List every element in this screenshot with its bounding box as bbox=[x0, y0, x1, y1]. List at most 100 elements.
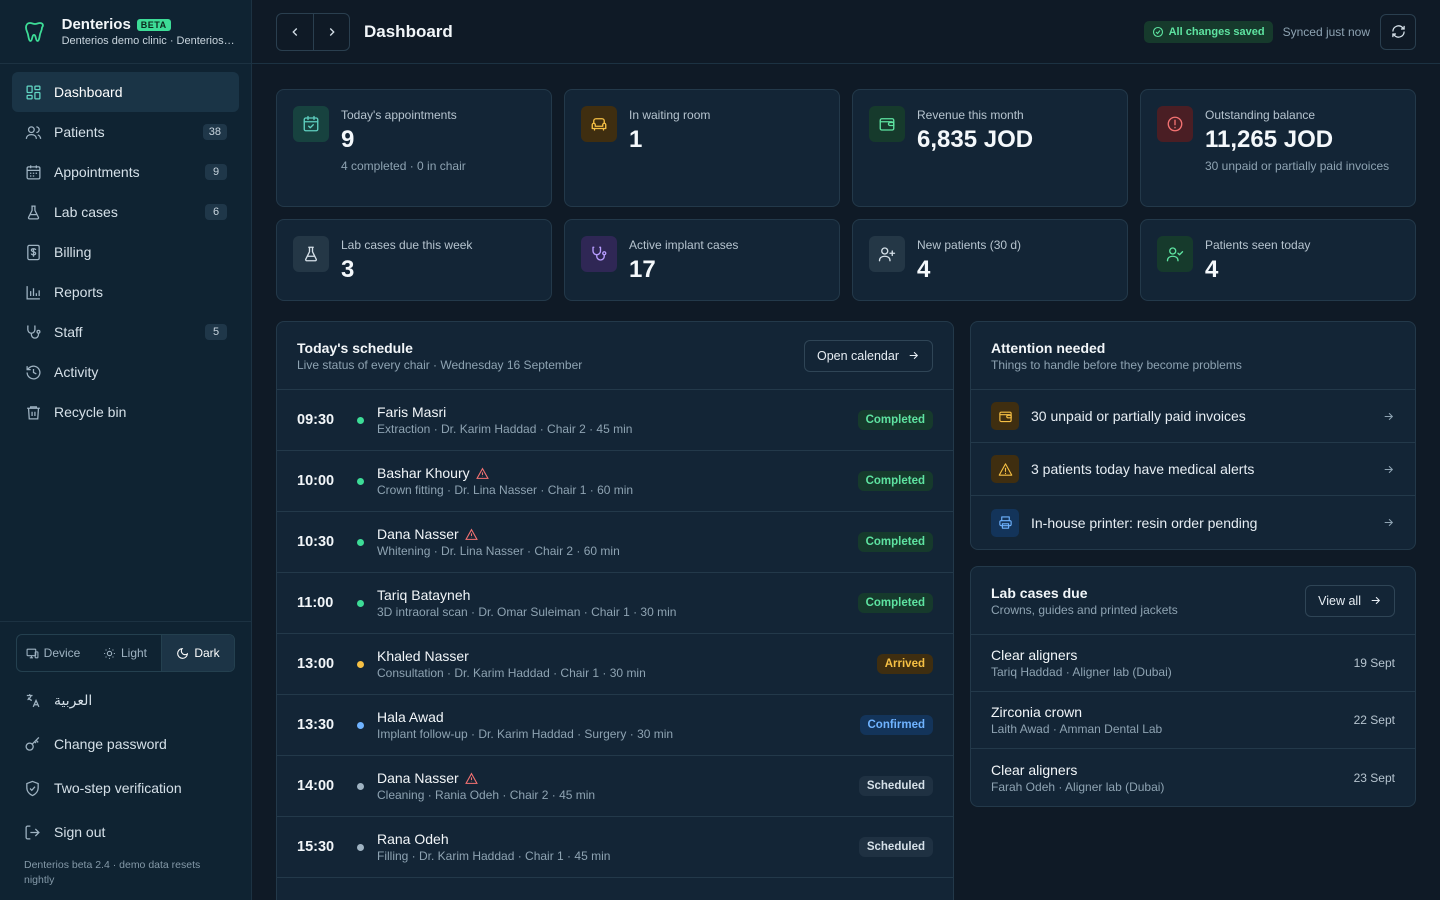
theme-dark-label: Dark bbox=[194, 646, 220, 660]
count-badge: 9 bbox=[205, 164, 227, 180]
sidebar-item-label: Recycle bin bbox=[54, 404, 127, 420]
sidebar: Denterios BETA Denterios demo clinic · De… bbox=[0, 0, 252, 900]
schedule-subtitle: Live status of every chair · Wednesday 1… bbox=[297, 357, 583, 372]
medical-alert-icon bbox=[475, 467, 489, 480]
sidebar-item-billing[interactable]: Billing bbox=[12, 232, 239, 272]
attention-item[interactable]: In-house printer: resin order pending bbox=[971, 496, 1415, 549]
lab-cases-title: Lab cases due bbox=[991, 584, 1088, 601]
theme-device-button[interactable]: Device bbox=[17, 635, 89, 671]
arrow-right-icon bbox=[1369, 594, 1382, 607]
sidebar-item-dashboard[interactable]: Dashboard bbox=[12, 72, 239, 112]
sidebar-item-staff[interactable]: Staff 5 bbox=[12, 312, 239, 352]
chevron-right-icon bbox=[325, 25, 339, 39]
stat-card: Lab cases due this week 3 bbox=[276, 219, 552, 301]
status-dot bbox=[357, 477, 364, 485]
lab-case-detail: Farah Odeh · Aligner lab (Dubai) bbox=[991, 779, 1165, 794]
count-badge: 6 bbox=[205, 204, 227, 220]
arrow-right-icon bbox=[907, 349, 920, 362]
sidebar-item-label: Activity bbox=[54, 364, 99, 380]
appointment-time: 13:00 bbox=[297, 656, 335, 672]
brand-name: Denterios bbox=[61, 16, 131, 33]
sidebar-item-recycle-bin[interactable]: Recycle bin bbox=[12, 392, 239, 432]
open-calendar-button[interactable]: Open calendar bbox=[803, 339, 933, 372]
stat-card: In waiting room 1 bbox=[564, 89, 840, 207]
two-step-link[interactable]: Two-step verification bbox=[16, 766, 235, 810]
chevron-left-icon bbox=[288, 25, 302, 39]
lab-case-row[interactable]: Clear aligners Farah Odeh · Aligner lab (… bbox=[971, 749, 1415, 806]
sidebar-item-appointments[interactable]: Appointments 9 bbox=[12, 152, 239, 192]
check-circle-icon bbox=[1152, 26, 1164, 38]
attention-subtitle: Things to handle before they become prob… bbox=[991, 357, 1242, 372]
patient-name: Faris Masri bbox=[377, 404, 447, 420]
appointment-detail: Cleaning · Rania Odeh · Chair 2 · 45 min bbox=[377, 788, 596, 802]
status-badge: Confirmed bbox=[859, 715, 933, 735]
status-dot bbox=[357, 599, 364, 607]
log-out-icon bbox=[24, 824, 42, 841]
view-all-lab-cases-button[interactable]: View all bbox=[1305, 584, 1395, 617]
shield-check-icon bbox=[24, 780, 42, 797]
stat-label: Patients seen today bbox=[1205, 238, 1311, 252]
stethoscope-icon bbox=[24, 323, 42, 341]
appointment-row[interactable]: 13:30 Hala Awad Implant follow-up · Dr. Ka… bbox=[277, 695, 953, 756]
page-title: Dashboard bbox=[364, 21, 453, 41]
appointment-row[interactable]: 13:00 Khaled Nasser Consultation · Dr. Kar… bbox=[277, 634, 953, 695]
stat-subtext: 30 unpaid or partially paid invoices bbox=[1205, 159, 1390, 173]
attention-item[interactable]: 30 unpaid or partially paid invoices bbox=[971, 390, 1415, 443]
sidebar-item-activity[interactable]: Activity bbox=[12, 352, 239, 392]
flask-icon bbox=[24, 203, 42, 221]
flask-icon bbox=[293, 236, 329, 272]
sign-out-link[interactable]: Sign out bbox=[16, 810, 235, 854]
stat-subtext: 4 completed · 0 in chair bbox=[341, 159, 466, 173]
medical-alert-icon bbox=[464, 528, 478, 541]
refresh-button[interactable] bbox=[1380, 13, 1416, 50]
back-button[interactable] bbox=[277, 14, 313, 50]
grid-icon bbox=[24, 83, 42, 101]
appointment-row[interactable]: 10:00 Bashar Khoury Crown fitting · Dr. Li… bbox=[277, 451, 953, 512]
status-badge: Completed bbox=[857, 410, 933, 430]
appointment-row[interactable]: 11:00 Tariq Batayneh 3D intraoral scan · D… bbox=[277, 573, 953, 634]
stat-value: 4 bbox=[1205, 256, 1219, 283]
stat-card: Active implant cases 17 bbox=[564, 219, 840, 301]
users-icon bbox=[24, 123, 42, 141]
appointment-row[interactable]: 09:30 Faris Masri Extraction · Dr. Karim H… bbox=[277, 390, 953, 451]
forward-button[interactable] bbox=[313, 13, 349, 50]
patient-name: Tariq Batayneh bbox=[377, 587, 471, 603]
tooth-logo-icon bbox=[22, 19, 48, 45]
sign-out-label: Sign out bbox=[54, 824, 106, 840]
change-password-link[interactable]: Change password bbox=[16, 722, 235, 766]
stethoscope-icon bbox=[581, 236, 617, 272]
appointment-row[interactable]: 14:00 Dana Nasser Cleaning · Rania Odeh · … bbox=[277, 756, 953, 817]
theme-dark-button[interactable]: Dark bbox=[161, 635, 234, 671]
clinic-name: Denterios demo clinic · Denterios demo bbox=[61, 35, 235, 47]
sidebar-item-label: Lab cases bbox=[54, 204, 118, 220]
lab-case-row[interactable]: Clear aligners Tariq Haddad · Aligner lab… bbox=[971, 635, 1415, 692]
language-toggle[interactable]: العربية bbox=[16, 678, 235, 722]
lab-case-row[interactable]: Zirconia crown Laith Awad · Amman Dental … bbox=[971, 692, 1415, 749]
appointment-row[interactable]: 15:30 Rana Odeh Filling · Dr. Karim Haddad… bbox=[277, 817, 953, 878]
status-dot bbox=[357, 721, 364, 729]
sidebar-item-lab-cases[interactable]: Lab cases 6 bbox=[12, 192, 239, 232]
sidebar-item-patients[interactable]: Patients 38 bbox=[12, 112, 239, 152]
translate-icon bbox=[24, 692, 42, 709]
patient-name: Dana Nasser bbox=[377, 526, 459, 542]
key-icon bbox=[24, 736, 42, 753]
lab-case-due-date: 22 Sept bbox=[1353, 713, 1395, 727]
stat-label: Revenue this month bbox=[917, 108, 1024, 122]
attention-item[interactable]: 3 patients today have medical alerts bbox=[971, 443, 1415, 496]
theme-light-button[interactable]: Light bbox=[89, 635, 161, 671]
stat-label: In waiting room bbox=[629, 108, 711, 122]
lab-cases-panel: Lab cases due Crowns, guides and printed… bbox=[970, 566, 1416, 807]
appointment-row[interactable]: 10:30 Dana Nasser Whitening · Dr. Lina Nas… bbox=[277, 512, 953, 573]
lab-case-name: Clear aligners bbox=[991, 761, 1078, 778]
patient-name: Hala Awad bbox=[377, 709, 444, 725]
patient-name: Bashar Khoury bbox=[377, 465, 470, 481]
stat-value: 4 bbox=[917, 256, 931, 283]
appointment-row[interactable]: Majed Zubi bbox=[277, 878, 953, 900]
stat-value: 3 bbox=[341, 256, 355, 283]
beta-badge: BETA bbox=[136, 18, 171, 31]
appointment-time: 13:30 bbox=[297, 717, 335, 733]
sidebar-item-reports[interactable]: Reports bbox=[12, 272, 239, 312]
lab-case-detail: Tariq Haddad · Aligner lab (Dubai) bbox=[991, 665, 1172, 679]
calendar-icon bbox=[24, 163, 42, 181]
stat-value: 17 bbox=[629, 256, 656, 283]
